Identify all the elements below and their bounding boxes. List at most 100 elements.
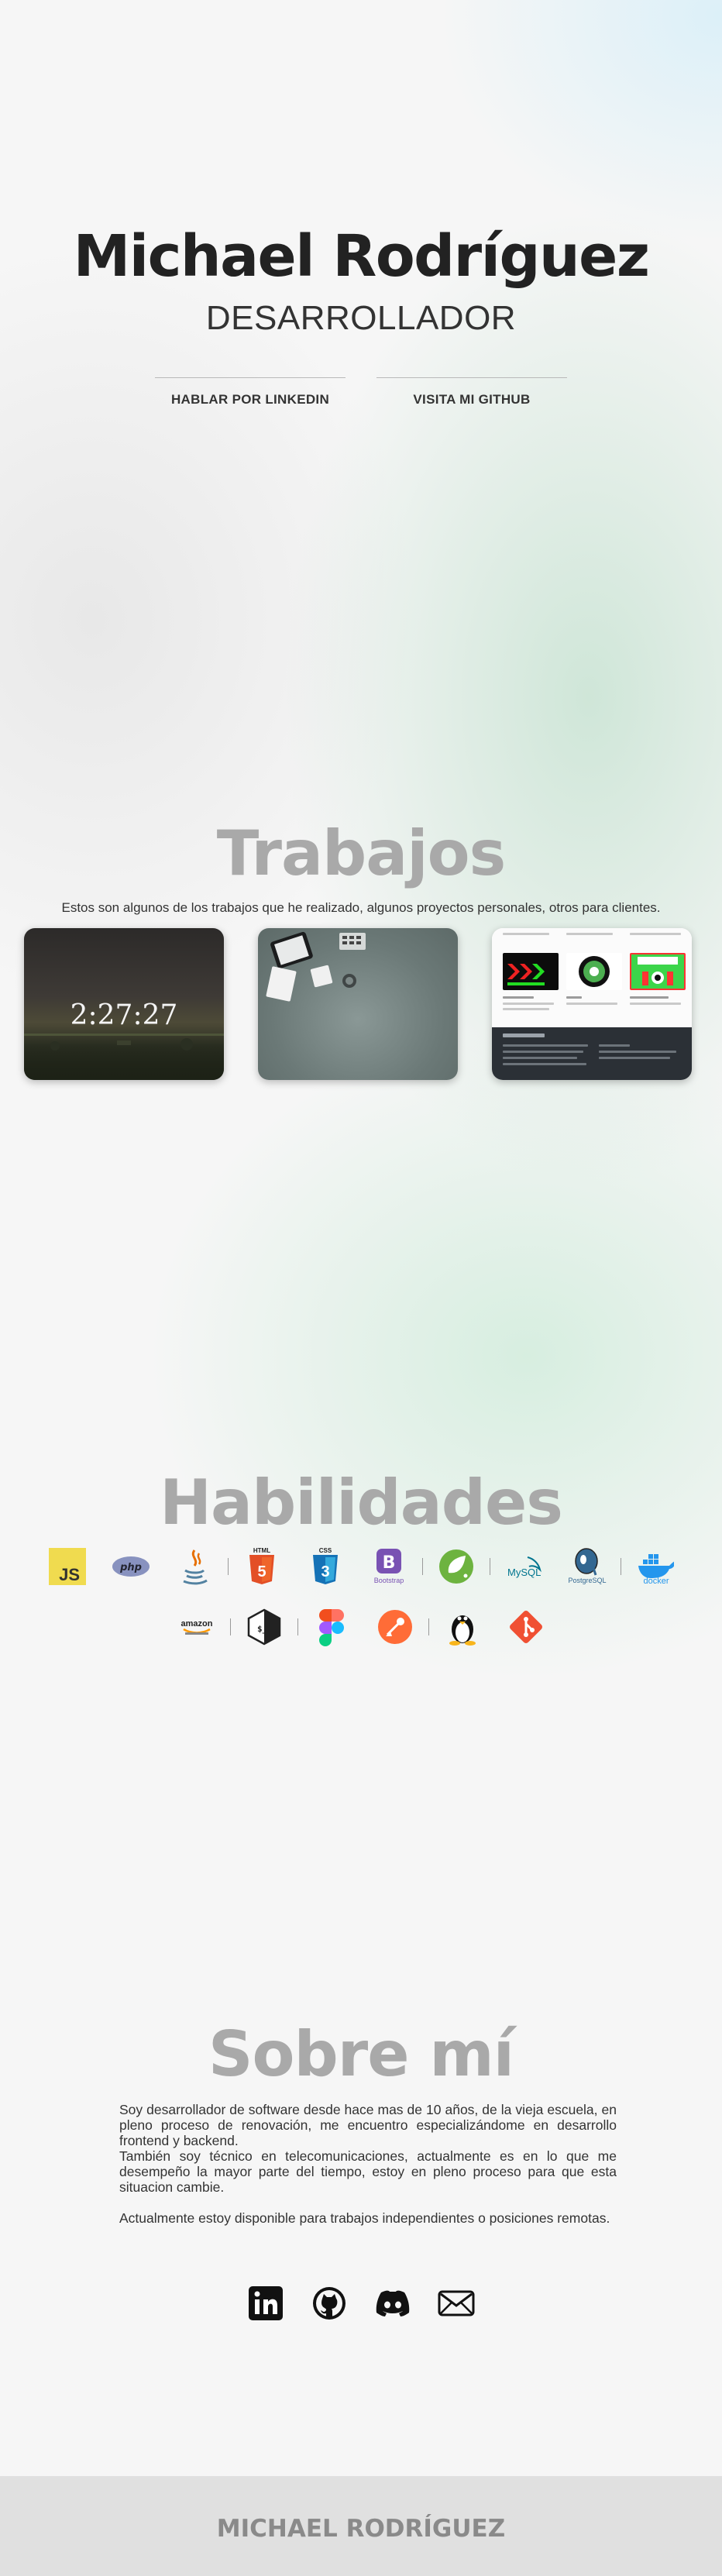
mail-icon[interactable] xyxy=(437,2284,476,2323)
svg-text:php: php xyxy=(119,1562,142,1573)
about-paragraph-1: Soy desarrollador de software desde hace… xyxy=(119,2102,617,2148)
preview-text-line xyxy=(503,1051,583,1053)
social-links xyxy=(0,2284,722,2323)
svg-text:Bootstrap: Bootstrap xyxy=(374,1577,404,1584)
postman-icon xyxy=(376,1608,414,1646)
bash-logo: $_ xyxy=(247,1608,280,1646)
preview-text-line xyxy=(503,933,549,935)
skills-row-2: amazon $_ xyxy=(0,1608,722,1646)
github-glyph xyxy=(313,2287,346,2320)
figma-icon xyxy=(312,1608,351,1646)
docker-icon: docker xyxy=(635,1547,674,1586)
desk-photo-art xyxy=(266,931,366,1002)
svg-text:CSS: CSS xyxy=(319,1547,332,1554)
svg-text:PostgreSQL: PostgreSQL xyxy=(568,1577,606,1584)
aws-icon: amazon xyxy=(177,1608,216,1646)
spring-logo xyxy=(439,1549,473,1584)
bash-icon: $_ xyxy=(245,1608,284,1646)
svg-text:B: B xyxy=(383,1553,396,1573)
work-card-desk[interactable] xyxy=(258,928,458,1080)
github-link[interactable]: VISITA MI GITHUB xyxy=(376,377,567,408)
github-icon[interactable] xyxy=(310,2284,349,2323)
preview-text-line xyxy=(630,1003,681,1005)
javascript-icon: JS xyxy=(48,1547,87,1586)
php-icon: php xyxy=(112,1547,150,1586)
website-preview-footer xyxy=(492,1027,692,1080)
preview-text-line xyxy=(599,1051,676,1053)
linkedin-glyph xyxy=(249,2286,283,2320)
docker-logo: docker xyxy=(638,1554,674,1584)
about-title: Sobre mí xyxy=(208,2018,514,2090)
preview-text-line xyxy=(503,1008,549,1010)
preview-text-line xyxy=(503,1033,545,1037)
card-clock-time: 2:27:27 xyxy=(70,999,178,1031)
discord-icon[interactable] xyxy=(373,2284,412,2323)
hero-name: Michael Rodríguez xyxy=(73,223,650,290)
page-content: Michael Rodríguez DESARROLLADOR HABLAR P… xyxy=(0,0,722,2576)
preview-image-club xyxy=(630,953,686,990)
preview-text-line xyxy=(566,933,613,935)
work-card-website[interactable] xyxy=(492,928,692,1080)
works-gallery: 2:27:27 xyxy=(24,928,692,1080)
html5-icon: HTML 5 xyxy=(242,1547,281,1586)
preview-image-logo xyxy=(566,953,622,990)
mysql-icon: MySQL xyxy=(504,1547,543,1586)
footer: MICHAEL RODRÍGUEZ xyxy=(0,2476,722,2576)
php-logo: php xyxy=(112,1556,150,1577)
skills-separator xyxy=(229,1618,231,1635)
svg-text:docker: docker xyxy=(643,1577,669,1584)
postgresql-logo: PostgreSQL xyxy=(568,1548,607,1584)
linkedin-link[interactable]: HABLAR POR LINKEDIN xyxy=(155,377,346,408)
club-art xyxy=(638,957,678,985)
skills-separator xyxy=(428,1618,429,1635)
mail-glyph xyxy=(438,2290,475,2316)
java-logo xyxy=(183,1549,208,1585)
skills-separator xyxy=(297,1618,298,1635)
postman-logo xyxy=(377,1610,412,1644)
discord-glyph xyxy=(376,2290,410,2316)
preview-text-line xyxy=(566,1003,617,1005)
preview-text-line xyxy=(630,996,669,999)
hero-role: DESARROLLADOR xyxy=(205,299,517,337)
java-icon xyxy=(175,1547,214,1586)
bootstrap-logo: B Bootstrap xyxy=(374,1549,404,1584)
about-paragraph-2: También soy técnico en telecomunicacione… xyxy=(119,2148,617,2195)
svg-text:amazon: amazon xyxy=(180,1619,212,1628)
skills-row-1: JS php HTML 5 CSS 3 B Bootstrap MySQL Po… xyxy=(0,1547,722,1586)
spring-icon xyxy=(437,1547,476,1586)
css3-logo: CSS 3 xyxy=(313,1547,338,1584)
figma-logo xyxy=(318,1609,344,1646)
skills-title: Habilidades xyxy=(160,1467,563,1539)
preview-text-line xyxy=(503,996,534,999)
works-description: Estos son algunos de los trabajos que he… xyxy=(61,900,661,915)
about-text: Soy desarrollador de software desde hace… xyxy=(119,2102,617,2226)
works-title: Trabajos xyxy=(216,817,506,889)
html5-logo: HTML 5 xyxy=(249,1547,274,1584)
svg-text:JS: JS xyxy=(59,1565,80,1584)
arrows-art xyxy=(507,964,545,985)
linkedin-icon[interactable] xyxy=(246,2284,285,2323)
bootstrap-icon: B Bootstrap xyxy=(370,1547,408,1586)
svg-text:MySQL: MySQL xyxy=(507,1567,541,1578)
aws-logo: amazon xyxy=(180,1619,212,1635)
skills-separator xyxy=(422,1558,423,1575)
preview-text-line xyxy=(503,1063,586,1065)
work-card-clock[interactable]: 2:27:27 xyxy=(24,928,224,1080)
linux-logo xyxy=(449,1615,476,1646)
preview-text-line xyxy=(566,996,582,999)
preview-text-line xyxy=(599,1057,670,1059)
postgresql-icon: PostgreSQL xyxy=(568,1547,607,1586)
javascript-logo: JS xyxy=(49,1548,86,1585)
preview-image-arrows xyxy=(503,953,559,990)
preview-text-line xyxy=(630,933,681,935)
linux-icon xyxy=(443,1608,482,1646)
hero-links: HABLAR POR LINKEDIN VISITA MI GITHUB xyxy=(0,377,722,408)
preview-text-line xyxy=(503,1057,577,1059)
preview-text-line xyxy=(503,1003,554,1005)
css3-icon: CSS 3 xyxy=(306,1547,345,1586)
svg-text:3: 3 xyxy=(321,1563,329,1580)
preview-text-line xyxy=(599,1044,630,1047)
svg-text:$_: $_ xyxy=(257,1624,268,1634)
git-logo xyxy=(509,1611,542,1643)
svg-text:5: 5 xyxy=(257,1563,266,1580)
